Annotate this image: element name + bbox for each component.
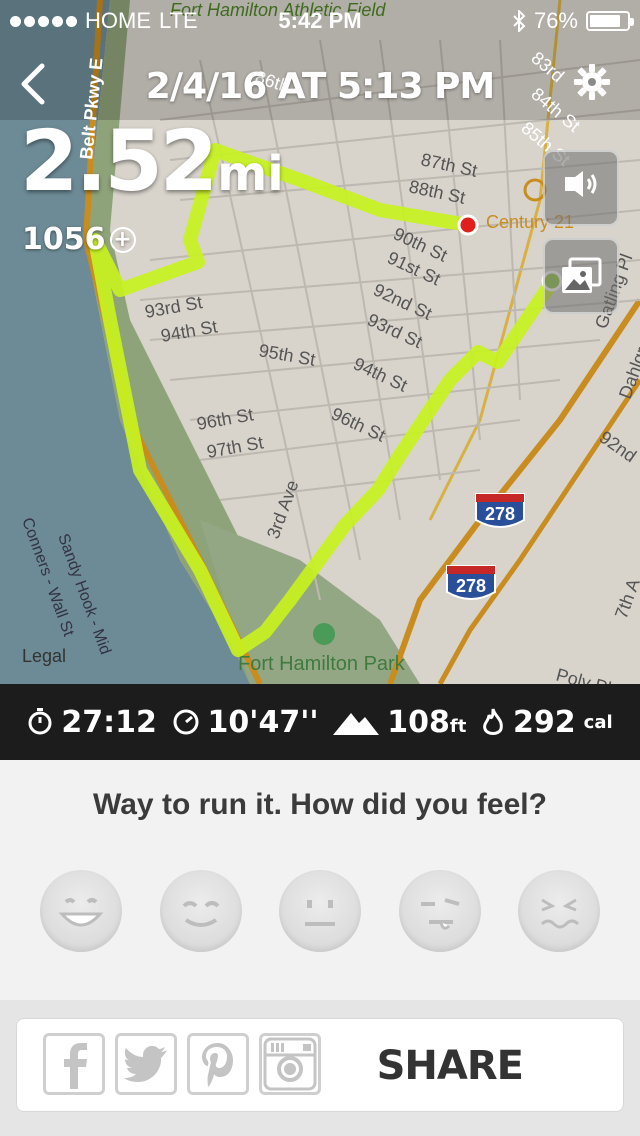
twitter-icon[interactable] — [115, 1033, 177, 1095]
distance-value: 2.52 — [20, 112, 218, 210]
route-map[interactable]: 87th St 88th St 90th St 91st St 92nd St … — [0, 0, 640, 684]
street-label-96: 96th St — [195, 404, 255, 434]
calories-unit: cal — [583, 711, 613, 733]
stat-duration: 27:12 — [27, 705, 157, 740]
street-label-97: 97th St — [205, 432, 265, 462]
feel-options — [40, 870, 600, 952]
good-face-icon[interactable] — [159, 870, 242, 952]
photos-icon — [562, 257, 602, 293]
distance-unit: mi — [217, 146, 284, 202]
run-distance: 2.52mi — [20, 112, 284, 210]
app: 87th St 88th St 90th St 91st St 92nd St … — [0, 0, 640, 1136]
flame-icon — [483, 708, 503, 735]
speedometer-icon — [173, 709, 199, 735]
street-label-95: 95th St — [257, 340, 317, 370]
pinterest-icon[interactable] — [187, 1033, 249, 1095]
battery-percent: 76% — [533, 8, 578, 33]
speaker-icon — [565, 171, 597, 197]
elevation-value: 108 — [387, 704, 450, 740]
bluetooth-icon — [513, 10, 526, 32]
feel-section: Way to run it. How did you feel? — [0, 760, 640, 1000]
photos-button[interactable] — [543, 238, 619, 314]
run-date-title: 2/4/16 AT 5:13 PM — [145, 66, 495, 107]
share-bar: SHARE — [16, 1018, 624, 1112]
instagram-icon[interactable] — [259, 1033, 321, 1095]
stat-pace: 10'47'' — [172, 705, 319, 740]
park-icon — [313, 623, 335, 645]
interstate-shield-icon-2: 278 — [446, 565, 496, 600]
stat-elevation: 108ft — [333, 705, 466, 740]
status-bar: HOME LTE 5:42 PM 76% — [0, 0, 640, 40]
duration-value: 27:12 — [61, 704, 157, 740]
ok-face-icon[interactable] — [279, 870, 361, 952]
bad-face-icon[interactable] — [518, 870, 600, 952]
run-stats-bar: 27:12 10'47'' 108ft 292 cal — [0, 684, 640, 760]
interstate-shield-icon: 278 — [475, 493, 525, 528]
pace-value: 10'47'' — [207, 704, 319, 740]
mountain-icon — [333, 713, 380, 735]
stopwatch-icon — [28, 708, 52, 735]
meh-face-icon[interactable] — [398, 870, 481, 952]
street-label-7th: 7th A — [611, 576, 640, 621]
street-label-94-left: 94th St — [159, 316, 219, 346]
svg-text:278: 278 — [485, 504, 515, 524]
street-label-88: 88th St — [407, 176, 467, 207]
great-face-icon[interactable] — [40, 870, 122, 952]
route-end-marker — [457, 214, 479, 236]
plus-icon: + — [109, 226, 136, 253]
share-section: SHARE — [0, 1000, 640, 1136]
map-legal-link[interactable]: Legal — [22, 646, 66, 667]
street-label-3rd-ave: 3rd Ave — [263, 477, 303, 541]
calories-value: 292 — [513, 704, 576, 740]
stat-calories: 292 cal — [481, 705, 613, 740]
share-button[interactable]: SHARE — [377, 1043, 524, 1089]
feel-question: Way to run it. How did you feel? — [93, 788, 547, 821]
street-label-93-left: 93rd St — [143, 292, 204, 322]
nikefuel-points: 1056 + — [22, 222, 136, 257]
street-label-92-right: 92nd — [596, 427, 640, 466]
street-label-poly: Poly Pl — [554, 665, 613, 684]
facebook-icon[interactable] — [43, 1033, 105, 1095]
points-value: 1056 — [22, 222, 106, 257]
elevation-unit: ft — [449, 715, 467, 737]
battery-icon — [586, 11, 634, 31]
park-label: Fort Hamilton Park — [238, 653, 406, 675]
audio-cue-button[interactable] — [543, 150, 619, 226]
svg-text:278: 278 — [456, 576, 486, 596]
gear-icon[interactable] — [574, 64, 610, 100]
